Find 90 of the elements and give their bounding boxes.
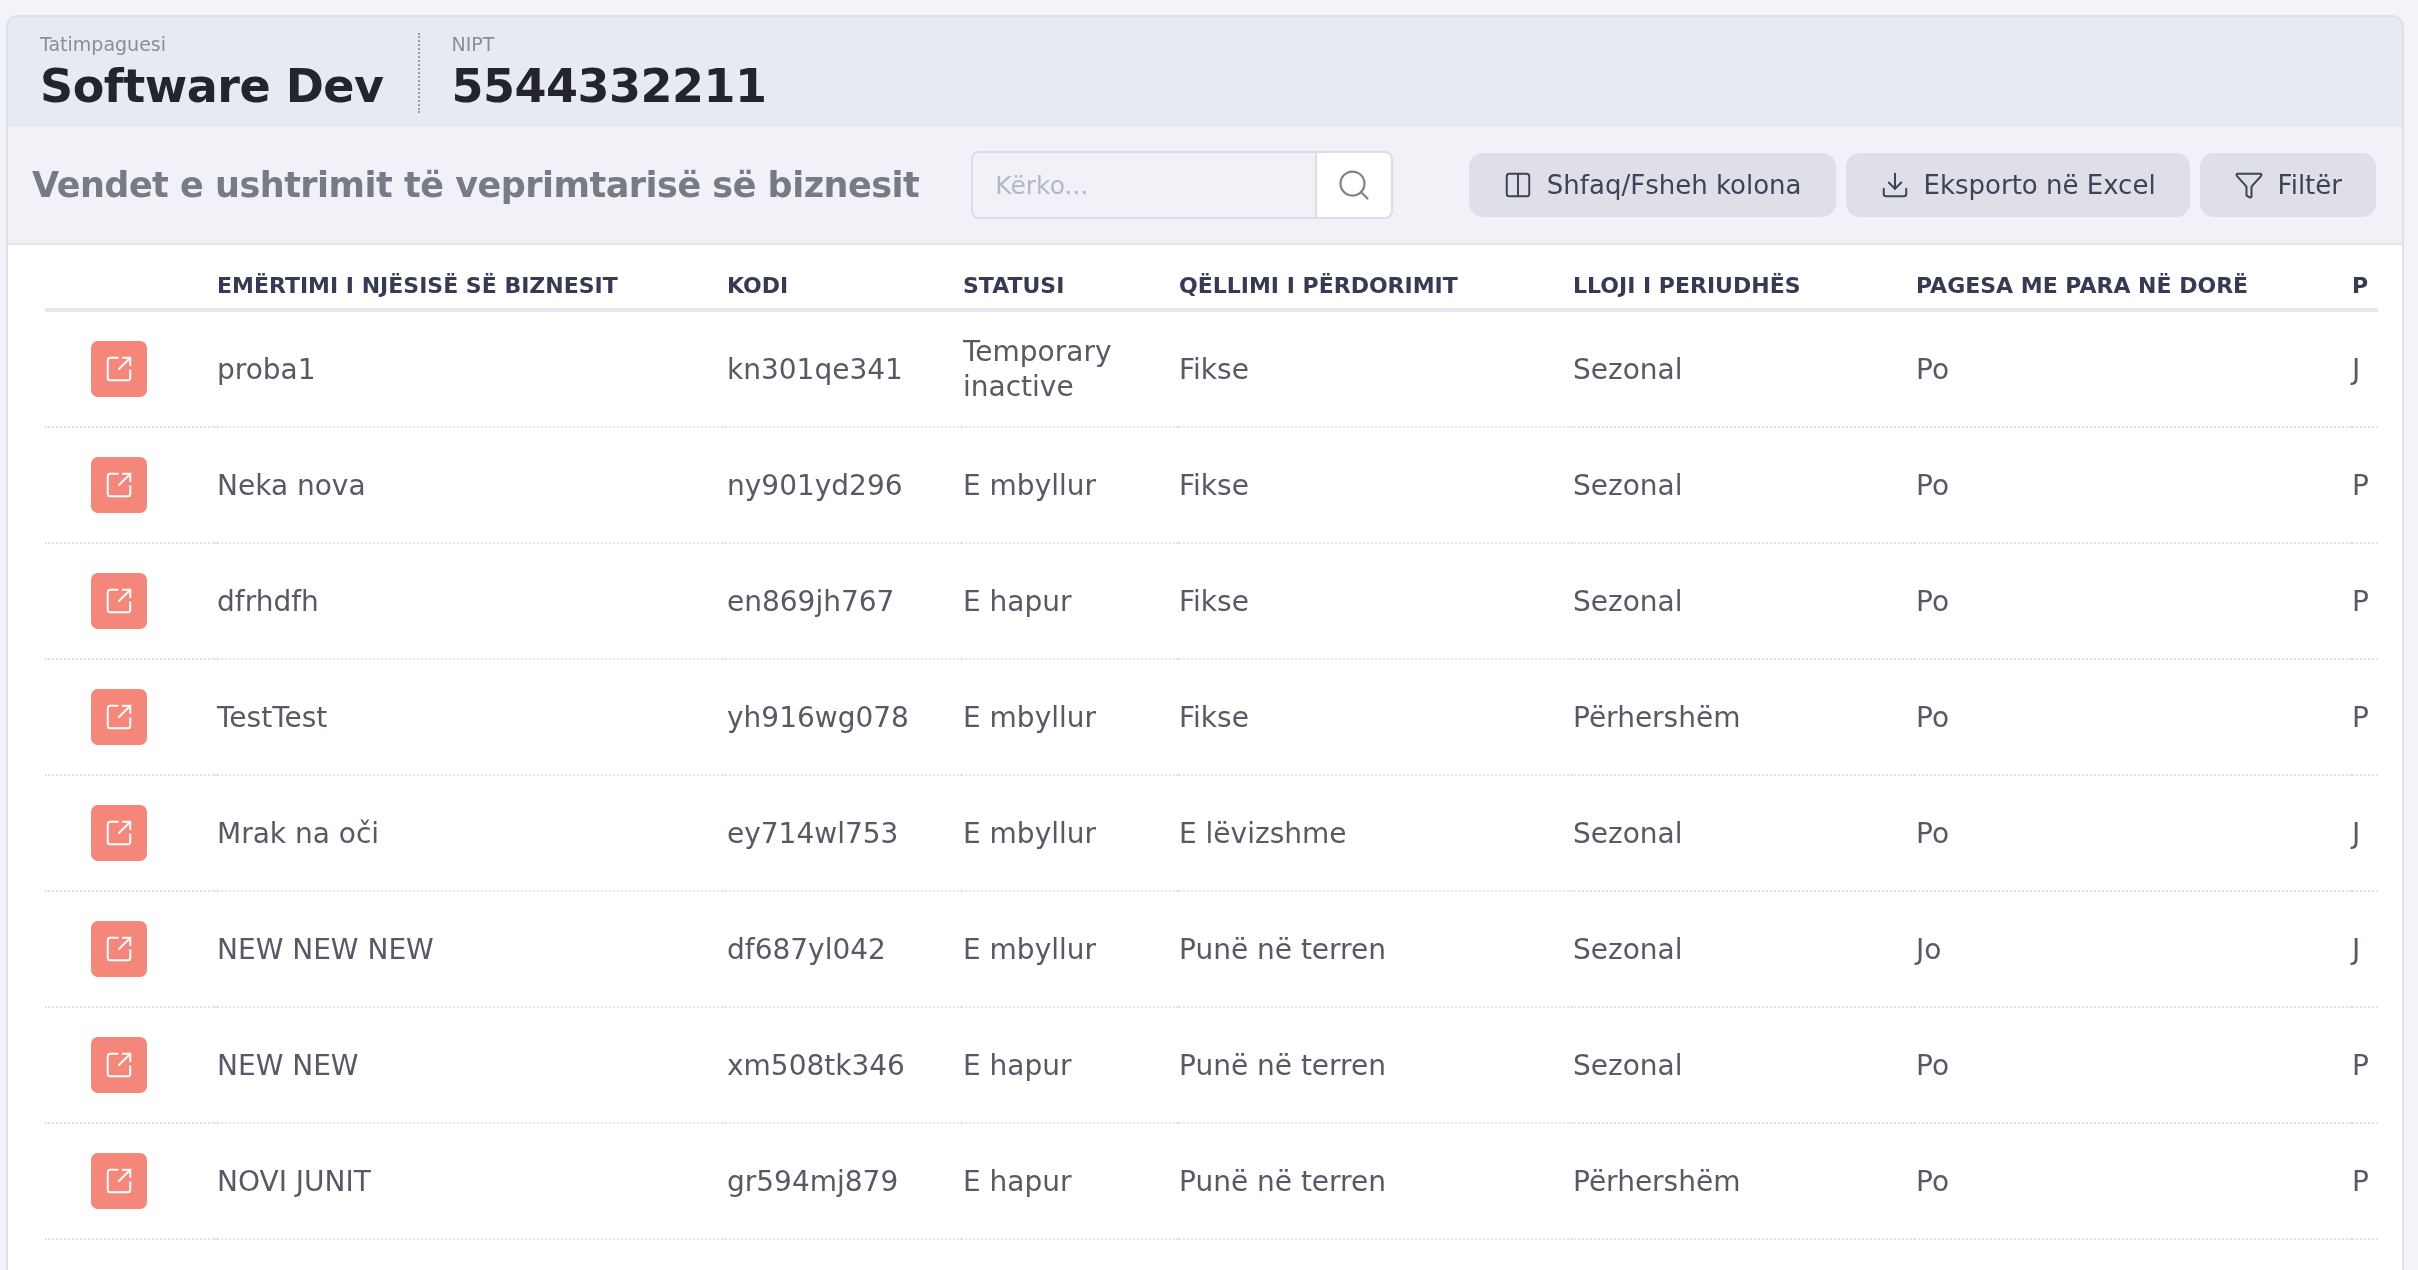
column-header: EMËRTIMI I NJËSISË SË BIZNESIT [217, 273, 727, 312]
table-cell-text: P [2351, 583, 2370, 620]
external-link-icon [104, 1166, 134, 1196]
table-cell-text: E mbyllur [962, 931, 1098, 968]
table-cell-text: NOVI JUNIT [216, 1163, 372, 1200]
external-link-icon [104, 1050, 134, 1080]
open-button[interactable] [91, 805, 147, 861]
table-cell-text: Përhershëm [1572, 1163, 1742, 1200]
table-cell-text: Sezonal [1572, 815, 1684, 852]
open-button[interactable] [91, 1153, 147, 1209]
column-header: STATUSI [963, 273, 1179, 312]
table-cell-text: Po [1915, 583, 1951, 620]
table-cell-text: Sezonal [1572, 467, 1684, 504]
table-cell-text: Po [1915, 467, 1951, 504]
table-cell-text: Fikse [1178, 351, 1250, 388]
table-cell-text: J [2349, 815, 2362, 852]
open-button[interactable] [91, 573, 147, 629]
table-cell-text: Po [1915, 1047, 1951, 1084]
table-cell-text: J [2349, 931, 2362, 968]
column-header: PAGESA ME PARA NË DORË [1916, 273, 2352, 312]
external-link-icon [104, 934, 134, 964]
table-cell-text: Po [1915, 1163, 1951, 1200]
table-cell-text: Po [1915, 815, 1951, 852]
export-button[interactable]: Eksporto në Excel [1845, 153, 2190, 217]
table-cell-text: E lëvizshme [1178, 815, 1348, 852]
table-cell-text: Punë në terren [1178, 1163, 1387, 1200]
open-button[interactable] [91, 921, 147, 977]
column-header: QËLLIMI I PËRDORIMIT [1179, 273, 1573, 312]
table-cell-text: Po [1915, 351, 1951, 388]
table-cell-text: NEW NEW NEW [216, 931, 435, 968]
open-button[interactable] [91, 689, 147, 745]
external-link-icon [104, 818, 134, 848]
column-header: KODI [727, 273, 963, 312]
taxpayer-name: Software Dev [40, 59, 384, 113]
table-cell-text: xm508tk346 [726, 1047, 906, 1084]
table-cell-text: Fikse [1178, 467, 1250, 504]
table-cell-text: TestTest [216, 699, 329, 736]
open-button[interactable] [91, 457, 147, 513]
table-cell-text: Fikse [1178, 699, 1250, 736]
external-link-icon [104, 586, 134, 616]
table-cell-text: J [2349, 351, 2362, 388]
table-cell-text: Neka nova [216, 467, 367, 504]
table-cell-text: Sezonal [1572, 351, 1684, 388]
table-cell-text: Sezonal [1572, 583, 1684, 620]
table-cell-text: P [2351, 467, 2370, 504]
table-cell-text: Sezonal [1572, 931, 1684, 968]
taxpayer-label: Tatimpaguesi [40, 33, 167, 55]
table-cell-text: Sezonal [1572, 1047, 1684, 1084]
external-link-icon [104, 354, 134, 384]
table-cell-text: yh916wg078 [726, 699, 910, 736]
column-header: LLOJI I PERIUDHËS [1573, 273, 1916, 312]
table-cell-text: Po [1915, 699, 1951, 736]
table-cell-text: P [2351, 1163, 2370, 1200]
table-cell-text: dfrhdfh [216, 583, 320, 620]
table-cell-text: Punë në terren [1178, 1047, 1387, 1084]
page-title: Vendet e ushtrimit të veprimtarisë së biznesit [32, 165, 920, 205]
table-cell-text: df687yl042 [726, 931, 887, 968]
open-button[interactable] [91, 1037, 147, 1093]
filter-button[interactable]: Filtër [2199, 153, 2376, 217]
table-cell-text: E mbyllur [962, 699, 1098, 736]
table-cell-text: Fikse [1178, 583, 1250, 620]
column-header: P [2352, 273, 2378, 312]
table-cell-text: E hapur [962, 1047, 1073, 1084]
table-cell-text: ny901yd296 [726, 467, 904, 504]
table-cell-text: Punë në terren [1178, 931, 1387, 968]
search-field[interactable]: Kërko... [971, 151, 1316, 219]
nipt-value: 5544332211 [451, 59, 767, 113]
table-cell-text: ey714wl753 [726, 815, 900, 852]
table-cell-text: Mrak na oči [216, 815, 381, 852]
table-cell-text: Temporary inactive [962, 334, 1113, 405]
table-cell-text: NEW NEW [216, 1047, 360, 1084]
table-cell-text: E mbyllur [962, 467, 1098, 504]
external-link-icon [104, 702, 134, 732]
columns-button[interactable]: Shfaq/Fsheh kolona [1468, 153, 1836, 217]
table-cell-text: E mbyllur [962, 815, 1098, 852]
search-button[interactable] [1315, 151, 1394, 219]
external-link-icon [104, 470, 134, 500]
filter-icon [2233, 170, 2264, 200]
table-cell-text: E hapur [962, 583, 1073, 620]
table-cell-text: kn301qe341 [726, 351, 904, 388]
table-cell-text: P [2351, 1047, 2370, 1084]
table-cell-text: Jo [1913, 931, 1943, 968]
table-cell-text: en869jh767 [726, 583, 896, 620]
table-cell-text: E hapur [962, 1163, 1073, 1200]
table-cell-text: gr594mj879 [726, 1163, 900, 1200]
table-cell-text: Përhershëm [1572, 699, 1742, 736]
nipt-label: NIPT [451, 33, 496, 55]
open-button[interactable] [91, 341, 147, 397]
table-cell-text: P [2351, 699, 2370, 736]
table-cell-text: proba1 [216, 351, 317, 388]
